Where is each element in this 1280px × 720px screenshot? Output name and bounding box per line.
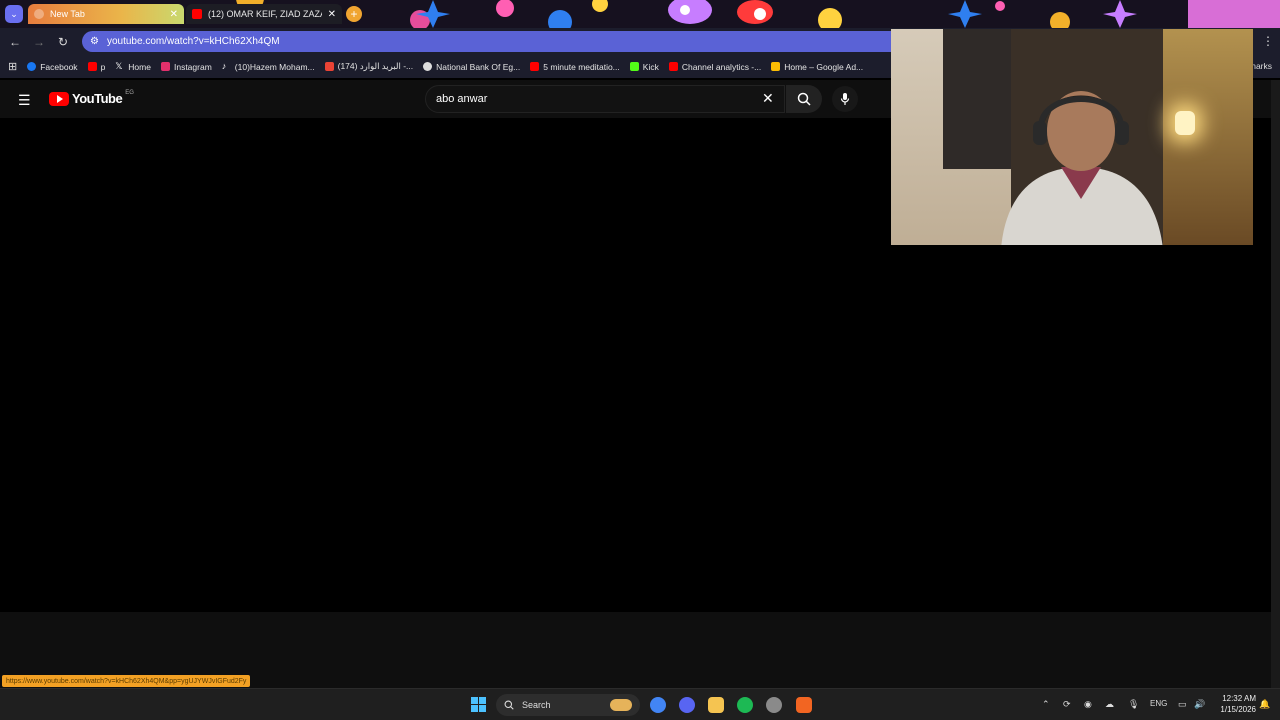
gmail-icon (324, 62, 334, 71)
tab-title: New Tab (50, 9, 85, 19)
tab-title: (12) OMAR KEIF, ZIAD ZAZA - I (208, 9, 322, 19)
back-icon[interactable]: ← (6, 33, 24, 51)
page-scrollbar[interactable] (1271, 80, 1280, 688)
site-info-icon[interactable]: ⚙ (90, 36, 99, 47)
spotify-icon[interactable] (737, 697, 753, 713)
tab-youtube[interactable]: (12) OMAR KEIF, ZIAD ZAZA - I ✕ (186, 4, 342, 24)
bookmark-item[interactable]: National Bank Of Eg... (423, 62, 520, 72)
taskbar-search[interactable]: Search (496, 694, 640, 716)
bookmark-item[interactable]: Home – Google Ad... (771, 62, 863, 72)
chrome-icon (34, 9, 44, 19)
discord-tray-icon[interactable]: ◉ (1084, 699, 1092, 710)
instagram-icon (160, 62, 170, 71)
bookmark-item[interactable]: Channel analytics -... (668, 62, 761, 72)
chrome-taskbar-icon[interactable] (650, 697, 666, 713)
facebook-icon (27, 62, 37, 71)
onedrive-icon[interactable]: ☁ (1105, 699, 1114, 710)
search-icon (504, 700, 514, 710)
search-input[interactable]: abo anwar (425, 85, 785, 113)
bookmark-item[interactable]: Facebook (27, 62, 78, 72)
youtube-logo[interactable]: YouTube EG (49, 90, 134, 106)
file-explorer-icon[interactable] (708, 697, 724, 713)
volume-icon[interactable]: 🔊 (1194, 699, 1205, 710)
bookmark-item[interactable]: 5 minute meditatio... (530, 62, 620, 72)
forward-icon[interactable]: → (30, 33, 48, 51)
tab-new-tab[interactable]: New Tab ✕ (28, 4, 184, 24)
google-ads-icon (771, 62, 781, 71)
youtube-icon (668, 62, 678, 71)
tab-strip: ⌄ New Tab ✕ (12) OMAR KEIF, ZIAD ZAZA - … (0, 0, 1280, 28)
obs-icon[interactable] (766, 697, 782, 713)
windows-taskbar: Search ⌃ ⟳ ◉ ☁ 🎙 ENG ▭ 🔊 12:32 AM 1/15/2… (0, 688, 1280, 720)
microphone-icon (840, 93, 850, 105)
more-menu-icon[interactable]: ⋮ (1262, 34, 1274, 48)
screen: ⌄ New Tab ✕ (12) OMAR KEIF, ZIAD ZAZA - … (0, 0, 1280, 720)
clock[interactable]: 12:32 AM 1/15/2026 (1212, 693, 1256, 715)
notifications-icon[interactable]: 🔔 (1259, 699, 1270, 710)
windows-start-icon[interactable] (471, 697, 486, 712)
youtube-icon (530, 62, 540, 71)
address-bar[interactable]: ⚙ youtube.com/watch?v=kHCh62Xh4QM (82, 31, 892, 52)
globe-icon (423, 62, 433, 71)
app-icon[interactable] (796, 697, 812, 713)
youtube-icon (87, 62, 97, 71)
bookmark-item[interactable]: (174) البريد الوارد -... (324, 61, 413, 72)
tab-search-button[interactable]: ⌄ (5, 5, 23, 23)
search-query: abo anwar (436, 93, 488, 105)
reload-icon[interactable]: ↻ (54, 33, 72, 51)
kick-icon (629, 62, 639, 71)
streamer-webcam-person (1001, 91, 1163, 245)
network-icon[interactable]: ▭ (1178, 699, 1187, 710)
address-text: youtube.com/watch?v=kHCh62Xh4QM (106, 36, 280, 47)
search-button[interactable] (786, 85, 822, 113)
bookmark-item[interactable]: Kick (629, 62, 659, 72)
menu-icon[interactable]: ☰ (18, 92, 31, 109)
microphone-icon[interactable]: 🎙 (1128, 699, 1139, 710)
close-icon[interactable]: ✕ (170, 9, 178, 20)
bookmark-item[interactable]: Instagram (160, 62, 212, 72)
sync-icon[interactable]: ⟳ (1063, 699, 1071, 710)
bookmark-item[interactable]: 𝕏 Home (115, 62, 151, 72)
clear-search-icon[interactable]: ✕ (762, 90, 774, 107)
search-highlight-icon (610, 699, 632, 711)
webcam-overlay (891, 29, 1253, 245)
link-status-bar: https://www.youtube.com/watch?v=kHCh62Xh… (2, 675, 251, 687)
search-icon (797, 92, 811, 106)
discord-taskbar-icon[interactable] (679, 697, 695, 713)
new-tab-button[interactable]: + (346, 6, 362, 22)
close-icon[interactable]: ✕ (328, 9, 336, 20)
tiktok-icon: ♪ (221, 61, 227, 71)
x-icon: 𝕏 (115, 61, 123, 71)
youtube-play-icon (49, 91, 69, 106)
bookmark-item[interactable]: ♪ (10)Hazem Moham... (222, 62, 315, 72)
youtube-icon (192, 9, 202, 19)
language-indicator[interactable]: ENG (1150, 699, 1167, 708)
bookmark-item[interactable]: p (87, 62, 105, 72)
voice-search-button[interactable] (832, 86, 858, 112)
show-hidden-icons[interactable]: ⌃ (1042, 699, 1050, 710)
apps-grid-icon[interactable]: ⊞ (8, 60, 17, 73)
